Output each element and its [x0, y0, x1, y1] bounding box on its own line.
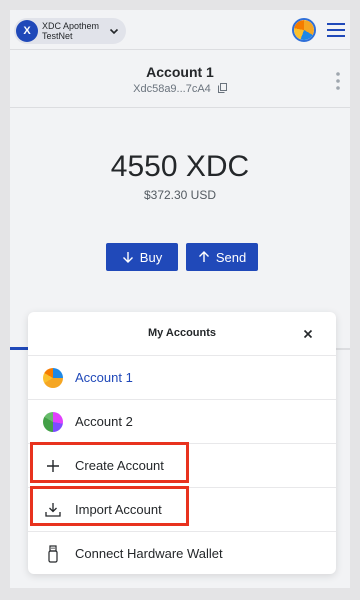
- account-header: Account 1 Xdc58a9...7cA4: [10, 50, 350, 108]
- account-item-label: Account 2: [75, 414, 133, 429]
- account-address[interactable]: Xdc58a9...7cA4: [10, 83, 350, 95]
- account-item-label: Account 1: [75, 370, 133, 385]
- account-name: Account 1: [146, 64, 214, 80]
- connect-hardware-wallet-label: Connect Hardware Wallet: [75, 546, 223, 561]
- connect-hardware-wallet-button[interactable]: Connect Hardware Wallet: [28, 532, 336, 576]
- chevron-down-icon: [109, 28, 119, 35]
- account-avatar[interactable]: [292, 18, 316, 42]
- copy-icon[interactable]: [217, 83, 227, 93]
- fiat-balance: $372.30 USD: [143, 188, 217, 202]
- arrow-up-icon: [198, 251, 209, 262]
- network-selector[interactable]: X XDC Apothem TestNet: [14, 18, 126, 44]
- wallet-app: X XDC Apothem TestNet Account 1 Xdc58a9.…: [10, 10, 350, 588]
- send-button-label: Send: [215, 249, 247, 265]
- xdc-logo-icon: X: [16, 20, 38, 42]
- popup-title: My Accounts: [147, 327, 217, 339]
- buy-button[interactable]: Buy: [106, 243, 178, 271]
- hamburger-menu-icon[interactable]: [326, 20, 346, 40]
- account-item-1[interactable]: Account 1: [28, 356, 336, 400]
- send-button[interactable]: Send: [186, 243, 258, 271]
- highlight-box-import: [30, 486, 189, 526]
- network-name: XDC Apothem TestNet: [42, 21, 100, 41]
- arrow-down-icon: [122, 252, 133, 263]
- highlight-box-create: [30, 442, 189, 483]
- token-balance: 4550 XDC: [110, 150, 250, 183]
- account-avatar: [43, 412, 63, 432]
- account-item-2[interactable]: Account 2: [28, 400, 336, 444]
- account-avatar: [43, 368, 63, 388]
- popup-header: My Accounts: [28, 312, 336, 356]
- buy-button-label: Buy: [139, 249, 163, 265]
- top-bar: X XDC Apothem TestNet: [10, 10, 350, 50]
- account-address-text: Xdc58a9...7cA4: [133, 83, 211, 95]
- close-icon[interactable]: [298, 324, 318, 344]
- usb-icon: [48, 545, 58, 563]
- kebab-menu-icon[interactable]: [334, 70, 342, 92]
